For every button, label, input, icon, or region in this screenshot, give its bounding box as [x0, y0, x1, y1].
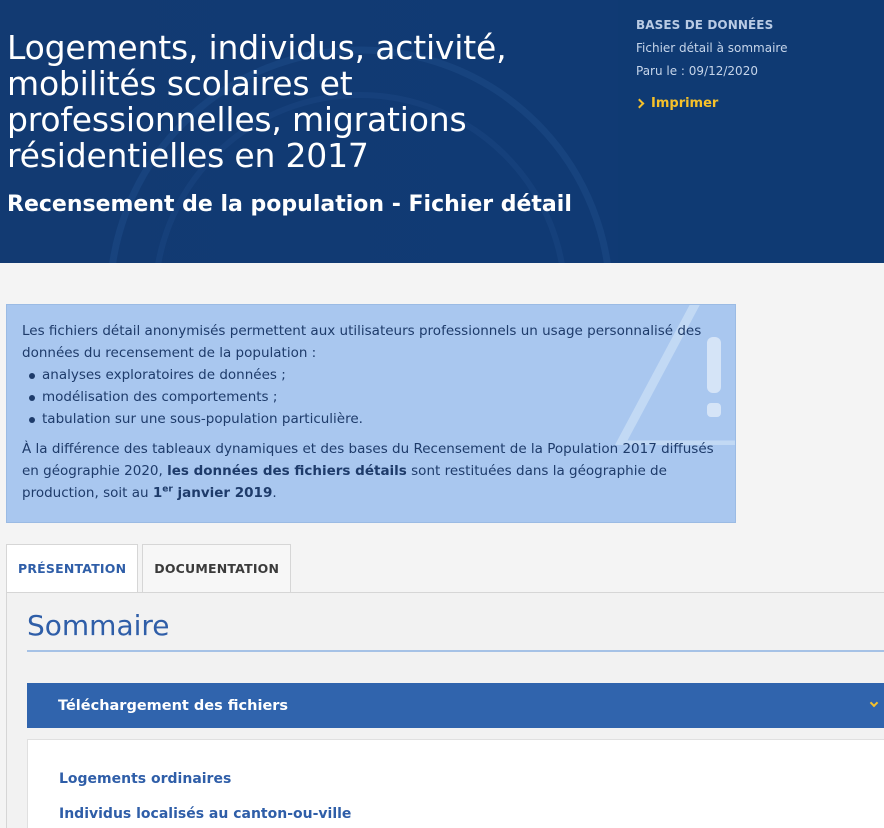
title-divider: [27, 650, 884, 652]
hero-heading: Logements, individus, activité, mobilité…: [7, 30, 607, 218]
info-para-end: .: [272, 485, 277, 501]
tab-documentation[interactable]: DOCUMENTATION: [142, 544, 292, 593]
info-text: Les fichiers détail anonymisés permetten…: [22, 320, 720, 504]
accordion-body: Logements ordinaires Individus localisés…: [27, 739, 884, 828]
info-bullet-list: analyses exploratoires de données ; modé…: [26, 364, 720, 430]
publication-type: BASES DE DONNÉES: [636, 18, 774, 32]
publication-meta: BASES DE DONNÉES Fichier détail à sommai…: [618, 0, 884, 263]
chevron-right-icon: [634, 98, 645, 108]
accordion-header-label: Téléchargement des fichiers: [58, 697, 289, 714]
link-logements-ordinaires[interactable]: Logements ordinaires: [59, 771, 231, 787]
publication-date: Paru le : 09/12/2020: [636, 64, 758, 78]
info-bullet: analyses exploratoires de données ;: [26, 364, 720, 386]
info-date: 1er janvier 2019: [152, 484, 273, 501]
page-hero: Logements, individus, activité, mobilité…: [0, 0, 884, 263]
print-link[interactable]: Imprimer: [634, 96, 884, 111]
info-intro: Les fichiers détail anonymisés permetten…: [22, 323, 702, 361]
summary-title: Sommaire: [27, 609, 170, 642]
publication-detail: Fichier détail à sommaire: [636, 41, 788, 55]
info-paragraph: À la différence des tableaux dynamiques …: [22, 438, 720, 504]
tab-panel: Sommaire Téléchargement des fichiers Log…: [6, 592, 884, 828]
print-label: Imprimer: [651, 96, 719, 111]
accordion-header-downloads[interactable]: Téléchargement des fichiers: [27, 683, 884, 728]
chevron-down-icon: [869, 698, 879, 708]
info-callout: Les fichiers détail anonymisés permetten…: [6, 304, 736, 523]
link-individus-canton-ou-ville[interactable]: Individus localisés au canton-ou-ville: [59, 806, 351, 822]
info-para-bold: les données des fichiers détails: [167, 463, 407, 479]
info-bullet: tabulation sur une sous-population parti…: [26, 408, 720, 430]
tab-bar: PRÉSENTATION DOCUMENTATION: [6, 544, 292, 593]
page-subtitle: Recensement de la population - Fichier d…: [7, 192, 572, 217]
info-bullet: modélisation des comportements ;: [26, 386, 720, 408]
page-title: Logements, individus, activité, mobilité…: [7, 28, 507, 175]
tab-presentation[interactable]: PRÉSENTATION: [6, 544, 139, 593]
